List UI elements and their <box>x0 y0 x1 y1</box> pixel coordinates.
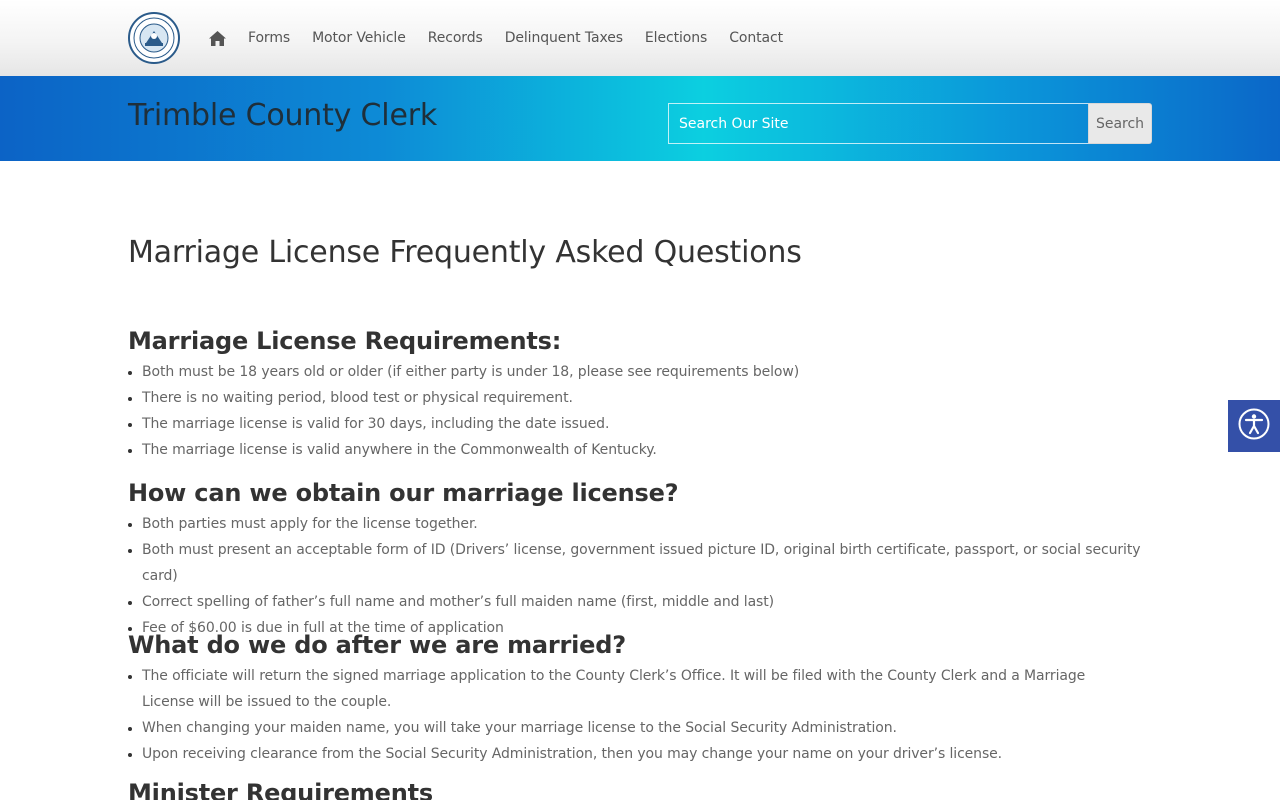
home-icon[interactable] <box>209 30 227 46</box>
section-heading: Marriage License Requirements: <box>128 327 562 355</box>
main-content: Marriage License Frequently Asked Questi… <box>128 232 1152 800</box>
accessibility-button[interactable] <box>1228 400 1280 452</box>
list-item: There is no waiting period, blood test o… <box>142 385 799 411</box>
section-requirements: Marriage License Requirements: Both must… <box>128 325 799 463</box>
nav-item-forms[interactable]: Forms <box>248 30 290 46</box>
top-navigation-bar: Forms Motor Vehicle Records Delinquent T… <box>0 0 1280 76</box>
section-after-married: What do we do after we are married? The … <box>128 629 1128 767</box>
list-item: The marriage license is valid for 30 day… <box>142 411 799 437</box>
section-minister-requirements: Minister Requirements <box>128 777 433 800</box>
list-item: Both must be 18 years old or older (if e… <box>142 359 799 385</box>
obtain-list: Both parties must apply for the license … <box>142 511 1152 641</box>
nav-item-delinquent-taxes[interactable]: Delinquent Taxes <box>505 30 623 46</box>
requirements-list: Both must be 18 years old or older (if e… <box>142 359 799 463</box>
accessibility-icon <box>1238 408 1270 444</box>
list-item: Both parties must apply for the license … <box>142 511 1152 537</box>
nav-item-elections[interactable]: Elections <box>645 30 707 46</box>
list-item: Both must present an acceptable form of … <box>142 537 1152 589</box>
site-title[interactable]: Trimble County Clerk <box>128 98 437 133</box>
main-nav: Forms Motor Vehicle Records Delinquent T… <box>209 0 805 76</box>
nav-item-motor-vehicle[interactable]: Motor Vehicle <box>312 30 406 46</box>
after-married-list: The officiate will return the signed mar… <box>142 663 1128 767</box>
nav-item-records[interactable]: Records <box>428 30 483 46</box>
list-item: Upon receiving clearance from the Social… <box>142 741 1128 767</box>
section-obtain-license: How can we obtain our marriage license? … <box>128 477 1152 641</box>
site-search: Search <box>668 103 1152 144</box>
nav-item-contact[interactable]: Contact <box>729 30 783 46</box>
list-item: Correct spelling of father’s full name a… <box>142 589 1152 615</box>
search-button[interactable]: Search <box>1088 103 1152 144</box>
list-item: The marriage license is valid anywhere i… <box>142 437 799 463</box>
search-input[interactable] <box>668 103 1088 144</box>
county-seal-logo[interactable] <box>128 12 180 64</box>
header-band: Trimble County Clerk Search <box>0 76 1280 161</box>
page-title: Marriage License Frequently Asked Questi… <box>128 235 802 270</box>
section-heading: What do we do after we are married? <box>128 631 626 659</box>
section-heading: Minister Requirements <box>128 779 433 800</box>
section-heading: How can we obtain our marriage license? <box>128 479 679 507</box>
list-item: The officiate will return the signed mar… <box>142 663 1128 715</box>
list-item: When changing your maiden name, you will… <box>142 715 1128 741</box>
